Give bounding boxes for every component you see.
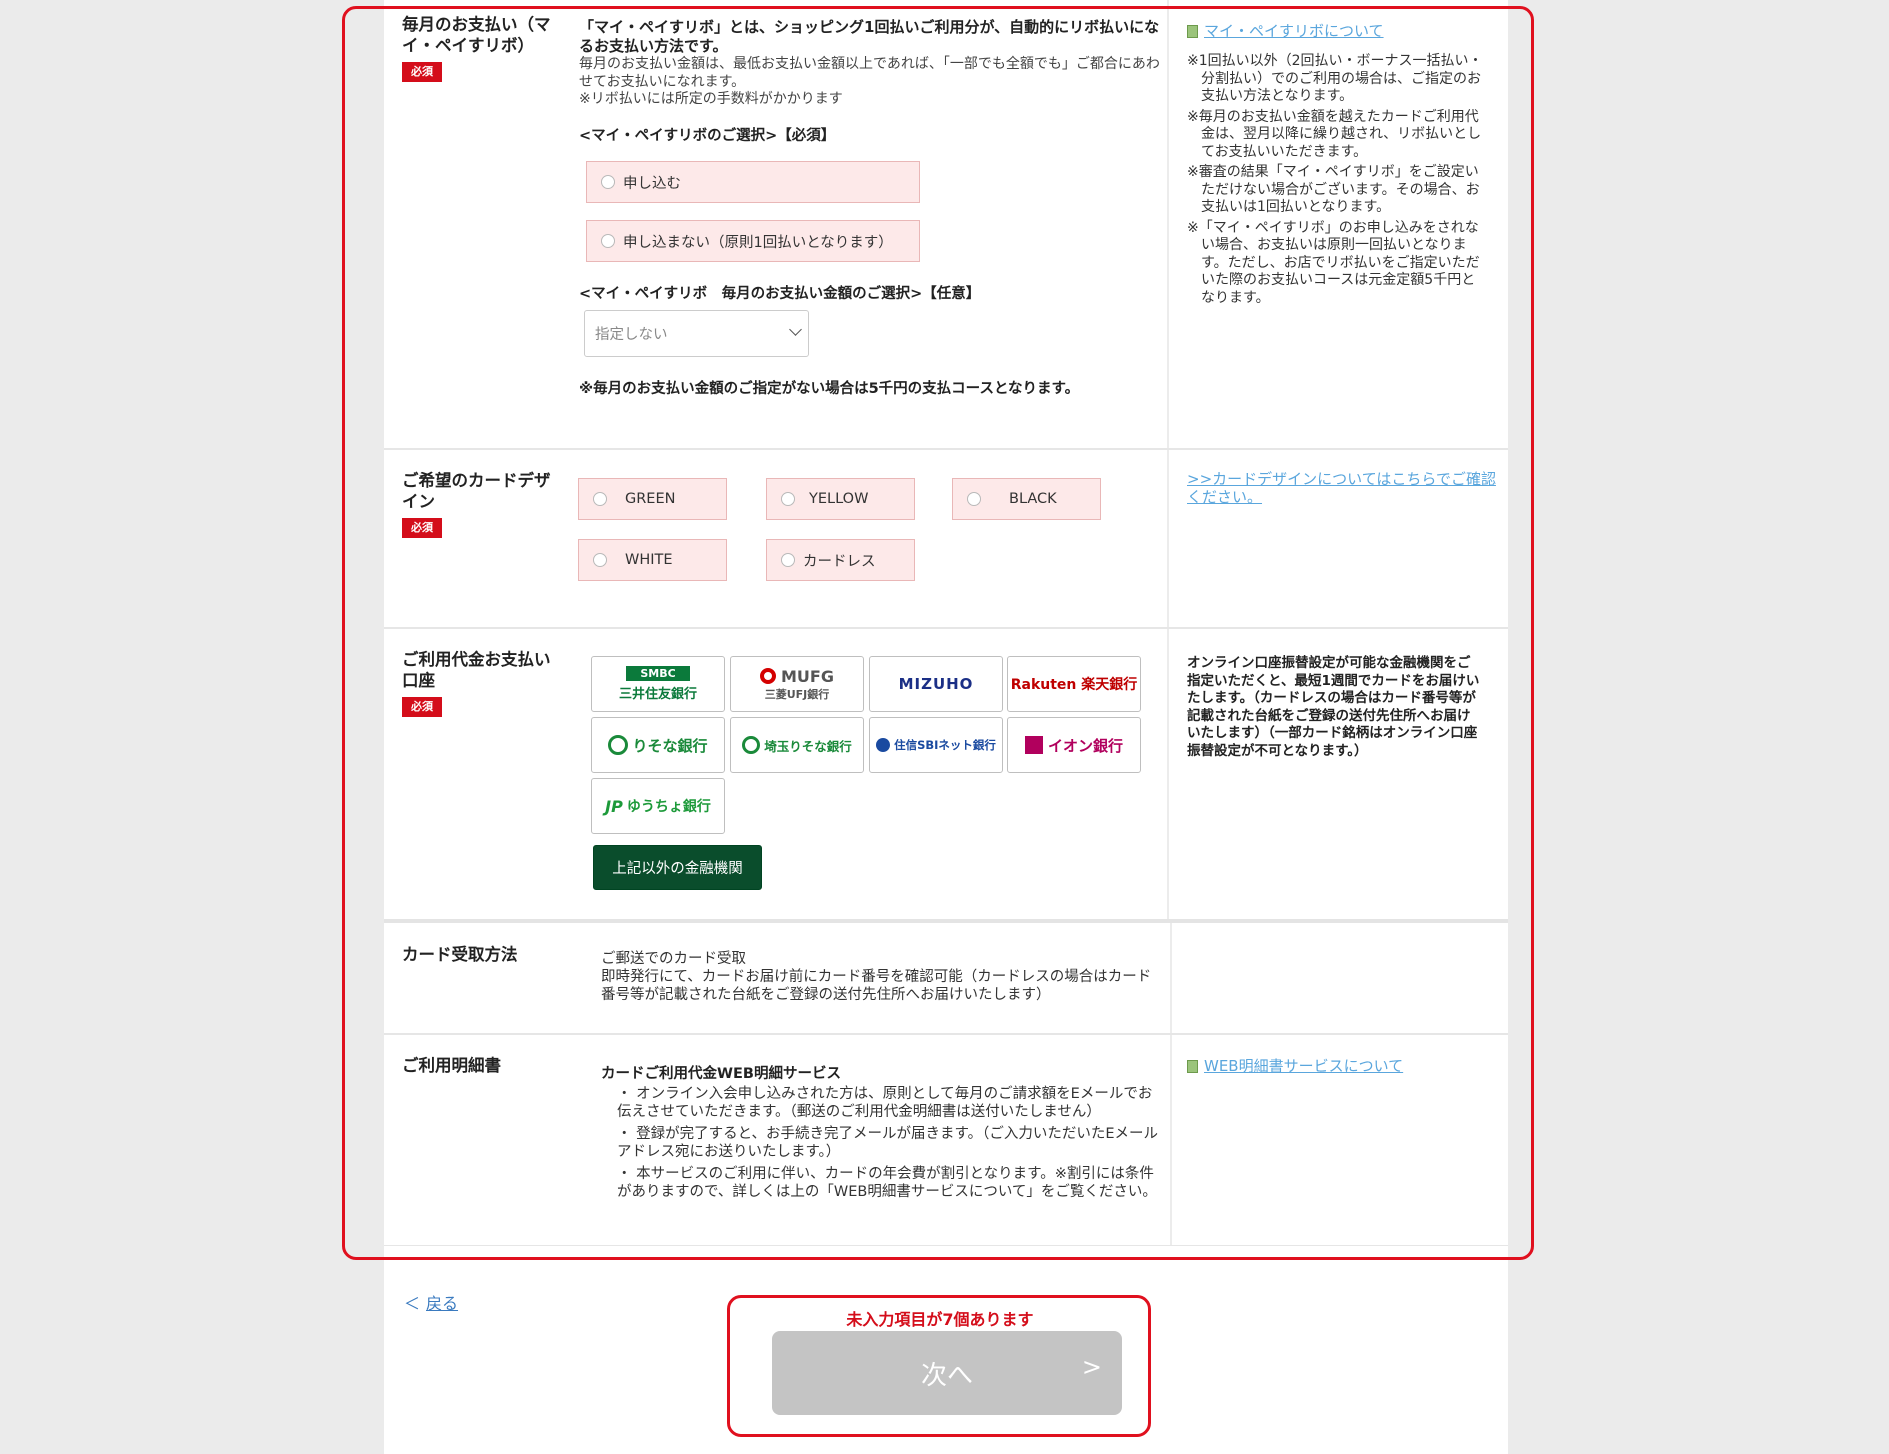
amount-footnote: ※毎月のお支払い金額のご指定がない場合は5千円の支払コースとなります。: [579, 381, 1080, 397]
aeon-logo-icon: [1024, 736, 1043, 754]
column-divider: [1167, 450, 1169, 627]
amount-heading: <マイ・ペイすリボ 毎月のお支払い金額のご選択>【任意】: [579, 286, 981, 302]
select-heading: <マイ・ペイすリボのご選択>【必須】: [579, 128, 836, 144]
sbi-logo-icon: [876, 738, 891, 752]
chevron-right-icon: >: [1081, 1353, 1102, 1381]
required-badge: 必須: [402, 518, 442, 538]
design-label: ご希望のカードデザイン 必須: [402, 470, 562, 538]
statement-bullets: ・ オンライン入会申し込みされた方は、原則として毎月のご請求額をEメールでお伝え…: [617, 1086, 1158, 1200]
column-divider: [1170, 1035, 1172, 1245]
receive-label: カード受取方法: [402, 945, 518, 964]
column-divider: [1167, 0, 1169, 448]
bank-mufg[interactable]: MUFG 三菱UFJ銀行: [730, 656, 864, 712]
mufg-logo-icon: [760, 668, 776, 684]
japan-post-logo-icon: JP: [605, 796, 623, 816]
statement-title: カードご利用代金WEB明細サービス: [601, 1066, 841, 1082]
radio-icon[interactable]: [967, 492, 981, 506]
account-label: ご利用代金お支払い口座 必須: [402, 649, 562, 717]
monthly-notes: ※1回払い以外（2回払い・ボーナス一括払い・分割払い）でのご利用の場合は、ご指定…: [1187, 53, 1483, 306]
section-payment-account: ご利用代金お支払い口座 必須 SMBC 三井住友銀行 MUFG 三菱UFJ銀行 …: [384, 629, 1508, 919]
receive-content: ご郵送でのカード受取 即時発行にて、カードお届け前にカード番号を確認可能（カード…: [601, 951, 1152, 1003]
design-green[interactable]: GREEN: [578, 478, 727, 520]
section-receive-method: カード受取方法 ご郵送でのカード受取 即時発行にて、カードお届け前にカード番号を…: [384, 923, 1508, 1033]
design-white[interactable]: WHITE: [578, 539, 727, 581]
radio-icon[interactable]: [593, 492, 607, 506]
section-monthly-payment: 毎月のお支払い（マイ・ペイすリボ） 必須 「マイ・ペイすリボ」とは、ショッピング…: [384, 0, 1508, 448]
bank-mizuho[interactable]: MIZUHO: [869, 656, 1003, 712]
statement-content: カードご利用代金WEB明細サービス ・ オンライン入会申し込みされた方は、原則と…: [601, 1062, 1161, 1201]
column-divider: [1167, 629, 1169, 919]
radio-icon[interactable]: [593, 553, 607, 567]
radio-icon[interactable]: [601, 234, 615, 248]
bank-resona[interactable]: りそな銀行: [591, 717, 725, 773]
bank-sbi[interactable]: 住信SBIネット銀行: [869, 717, 1003, 773]
column-divider: [1170, 923, 1172, 1033]
other-bank-button[interactable]: 上記以外の金融機関: [593, 845, 762, 890]
required-badge: 必須: [402, 697, 442, 717]
monthly-aside: マイ・ペイすリボについて ※1回払い以外（2回払い・ボーナス一括払い・分割払い）…: [1187, 20, 1487, 310]
bank-saitama-resona[interactable]: 埼玉りそな銀行: [730, 717, 864, 773]
design-black[interactable]: BLACK: [952, 478, 1101, 520]
option-no-apply[interactable]: 申し込まない（原則1回払いとなります）: [586, 220, 920, 262]
resona-logo-icon: [608, 735, 629, 755]
radio-icon[interactable]: [601, 175, 615, 189]
web-statement-link[interactable]: WEB明細書サービスについて: [1204, 1057, 1403, 1075]
required-badge: 必須: [402, 62, 442, 82]
design-yellow[interactable]: YELLOW: [766, 478, 915, 520]
account-notice: オンライン口座振替設定が可能な金融機関をご指定いただくと、最短1週間でカードをお…: [1187, 655, 1480, 759]
bank-smbc[interactable]: SMBC 三井住友銀行: [591, 656, 725, 712]
row-divider: [384, 1245, 1508, 1246]
option-apply[interactable]: 申し込む: [586, 161, 920, 203]
statement-label: ご利用明細書: [402, 1056, 501, 1075]
document-icon: [1187, 1060, 1198, 1073]
bank-rakuten[interactable]: Rakuten 楽天銀行: [1007, 656, 1141, 712]
revo-info-link[interactable]: マイ・ペイすリボについて: [1204, 22, 1384, 40]
next-button[interactable]: 次へ >: [772, 1331, 1122, 1415]
statement-aside: WEB明細書サービスについて: [1187, 1055, 1403, 1076]
amount-select[interactable]: 指定しない: [584, 310, 809, 357]
design-aside: >>カードデザインについてはこちらでご確認ください。: [1187, 470, 1497, 506]
back-link[interactable]: ＜戻る: [404, 1290, 458, 1314]
monthly-label: 毎月のお支払い（マイ・ペイすリボ） 必須: [402, 14, 562, 82]
radio-icon[interactable]: [781, 553, 795, 567]
bank-aeon[interactable]: イオン銀行: [1007, 717, 1141, 773]
bank-yucho[interactable]: JP ゆうちょ銀行: [591, 778, 725, 834]
radio-icon[interactable]: [781, 492, 795, 506]
smbc-logo: SMBC: [626, 666, 690, 681]
chevron-left-icon: ＜: [404, 1294, 421, 1313]
document-icon: [1187, 25, 1198, 38]
section-statement: ご利用明細書 カードご利用代金WEB明細サービス ・ オンライン入会申し込みされ…: [384, 1035, 1508, 1245]
monthly-desc1: 毎月のお支払い金額は、最低お支払い金額以上であれば、「一部でも全額でも」ご都合に…: [579, 56, 1160, 90]
design-cardless[interactable]: カードレス: [766, 539, 915, 581]
section-card-design: ご希望のカードデザイン 必須 GREEN YELLOW BLACK WHITE …: [384, 450, 1508, 627]
saitama-resona-logo-icon: [742, 736, 761, 754]
monthly-lead: 「マイ・ペイすリボ」とは、ショッピング1回払いご利用分が、自動的にリボ払いになる…: [579, 18, 1160, 55]
card-design-link[interactable]: >>カードデザインについてはこちらでご確認ください。: [1187, 470, 1496, 506]
missing-fields-warning: 未入力項目が7個あります: [846, 1310, 1034, 1329]
chevron-down-icon: [789, 323, 802, 336]
